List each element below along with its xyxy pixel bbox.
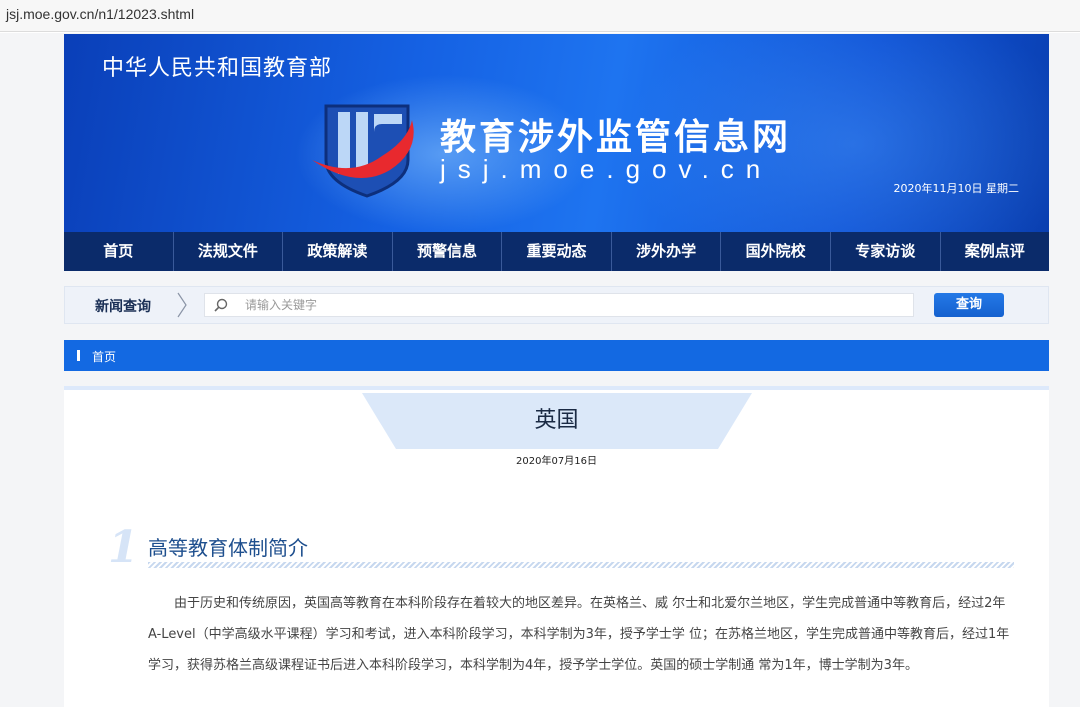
breadcrumb: 首页 xyxy=(64,340,1049,371)
search-label: 新闻查询 xyxy=(95,299,151,315)
article-title: 英国 xyxy=(534,408,579,433)
ministry-name: 中华人民共和国教育部 xyxy=(102,56,333,81)
article-paragraph: 由于历史和传统原因，英国高等教育在本科阶段存在着较大的地区差异。在英格兰、威 尔… xyxy=(148,596,1010,673)
nav-item-cooperative-schools[interactable]: 涉外办学 xyxy=(612,232,722,271)
nav-item-regulations[interactable]: 法规文件 xyxy=(174,232,284,271)
section-number: 1 xyxy=(108,522,139,573)
nav-item-home[interactable]: 首页 xyxy=(64,232,174,271)
chevron-right-icon xyxy=(177,292,187,318)
banner-date: 2020年11月10日 星期二 xyxy=(893,182,1020,195)
section-divider xyxy=(148,562,1014,568)
search-box xyxy=(204,293,914,317)
section-title: 高等教育体制简介 xyxy=(148,536,308,560)
nav-item-news[interactable]: 重要动态 xyxy=(502,232,612,271)
breadcrumb-marker xyxy=(77,350,80,361)
site-domain: jsj.moe.gov.cn xyxy=(440,154,773,184)
search-button[interactable]: 查询 xyxy=(934,293,1004,317)
site-title: 教育涉外监管信息网 xyxy=(440,116,792,158)
nav-item-expert-interviews[interactable]: 专家访谈 xyxy=(831,232,941,271)
article-date: 2020年07月16日 xyxy=(516,456,597,467)
search-icon xyxy=(214,298,228,312)
main-nav: 首页 法规文件 政策解读 预警信息 重要动态 涉外办学 国外院校 专家访谈 案例… xyxy=(64,232,1049,271)
site-banner: 中华人民共和国教育部 教育涉外监管信息网 jsj.moe.gov.cn 2020… xyxy=(64,34,1049,232)
news-search-bar: 新闻查询 查询 xyxy=(64,286,1049,324)
nav-item-warnings[interactable]: 预警信息 xyxy=(393,232,503,271)
nav-item-foreign-institutions[interactable]: 国外院校 xyxy=(721,232,831,271)
address-url[interactable]: jsj.moe.gov.cn/n1/12023.shtml xyxy=(6,6,194,22)
address-bar[interactable]: jsj.moe.gov.cn/n1/12023.shtml xyxy=(0,0,1080,32)
article-card: 英国 2020年07月16日 1 高等教育体制简介 由于历史和传统原因，英国高等… xyxy=(64,386,1049,707)
nav-item-case-reviews[interactable]: 案例点评 xyxy=(941,232,1050,271)
breadcrumb-home-link[interactable]: 首页 xyxy=(92,348,116,365)
site-logo-icon xyxy=(312,104,414,198)
nav-item-policy[interactable]: 政策解读 xyxy=(283,232,393,271)
search-input[interactable] xyxy=(245,296,905,314)
